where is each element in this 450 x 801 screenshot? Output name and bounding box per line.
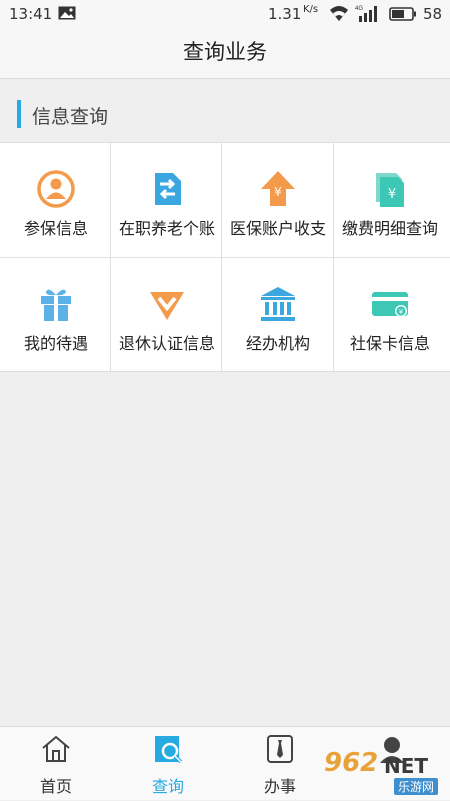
gift-icon bbox=[41, 289, 71, 321]
institution-building-icon bbox=[261, 287, 295, 321]
section-heading: 信息查询 bbox=[0, 79, 450, 142]
receipt-yen-icon: ¥ bbox=[376, 173, 404, 207]
svg-text:¥: ¥ bbox=[399, 308, 404, 316]
grid-item-label: 医保账户收支 bbox=[229, 219, 326, 238]
page-header: 查询业务 bbox=[0, 28, 450, 79]
svg-text:¥: ¥ bbox=[274, 185, 282, 199]
tie-icon bbox=[267, 735, 293, 763]
network-speed: 1.31 bbox=[268, 5, 302, 23]
grid-item-label: 我的待遇 bbox=[23, 334, 88, 353]
grid-item-label: 退休认证信息 bbox=[118, 334, 215, 353]
tab-query[interactable]: 查询 bbox=[112, 727, 224, 801]
card-yen-icon: ¥ bbox=[372, 292, 408, 317]
diamond-check-icon bbox=[150, 292, 184, 320]
battery-level: 58 bbox=[423, 5, 443, 23]
person-circle-icon bbox=[37, 170, 75, 208]
grid-item-payment-details[interactable]: ¥ 缴费明细查询 bbox=[334, 143, 446, 257]
upload-yen-icon: ¥ bbox=[261, 171, 295, 206]
transfer-arrows-icon bbox=[155, 173, 181, 205]
grid-item-insurance-info[interactable]: 参保信息 bbox=[0, 143, 112, 257]
grid-item-medical-account[interactable]: ¥ 医保账户收支 bbox=[222, 143, 334, 257]
grid-item-label: 经办机构 bbox=[245, 334, 310, 353]
status-time: 13:41 bbox=[9, 5, 53, 23]
cell-signal-icon: 4G bbox=[355, 6, 377, 22]
watermark-suffix: NET bbox=[384, 754, 429, 778]
wifi-icon bbox=[330, 6, 348, 21]
battery-icon bbox=[389, 7, 416, 21]
grid-item-label: 缴费明细查询 bbox=[341, 219, 438, 238]
network-speed-unit: K/s bbox=[303, 4, 319, 15]
grid-item-my-benefits[interactable]: 我的待遇 bbox=[0, 258, 112, 372]
grid-item-label: 社保卡信息 bbox=[349, 334, 430, 353]
grid-item-pension-account[interactable]: 在职养老个账 bbox=[111, 143, 223, 257]
home-icon bbox=[42, 735, 70, 762]
tab-home-label: 首页 bbox=[39, 777, 72, 796]
section-accent-bar bbox=[17, 100, 21, 128]
watermark-chinese: 乐游网 bbox=[394, 778, 439, 795]
grid-item-social-card[interactable]: ¥ 社保卡信息 bbox=[334, 258, 446, 372]
grid-item-label: 在职养老个账 bbox=[118, 219, 215, 238]
grid-item-retirement-auth[interactable]: 退休认证信息 bbox=[111, 258, 223, 372]
tab-query-label: 查询 bbox=[151, 777, 184, 796]
status-bar: 13:41 1.31 K/s 4G 58 bbox=[0, 0, 450, 28]
watermark-logo: 962 NET 乐游网 bbox=[312, 748, 446, 796]
svg-text:4G: 4G bbox=[355, 6, 363, 12]
tab-home[interactable]: 首页 bbox=[0, 727, 112, 801]
svg-text:¥: ¥ bbox=[388, 187, 396, 202]
page-title: 查询业务 bbox=[183, 40, 267, 64]
watermark-number: 962 bbox=[324, 748, 379, 778]
image-notification-icon bbox=[58, 6, 76, 20]
grid-item-label: 参保信息 bbox=[23, 219, 88, 238]
query-grid: 参保信息 在职养老个账 ¥ 医保账户收支 ¥ 缴费明细查询 我的待遇 退休认证信… bbox=[0, 142, 450, 372]
search-doc-icon bbox=[155, 736, 183, 764]
grid-item-agencies[interactable]: 经办机构 bbox=[222, 258, 334, 372]
section-title: 信息查询 bbox=[32, 106, 109, 128]
